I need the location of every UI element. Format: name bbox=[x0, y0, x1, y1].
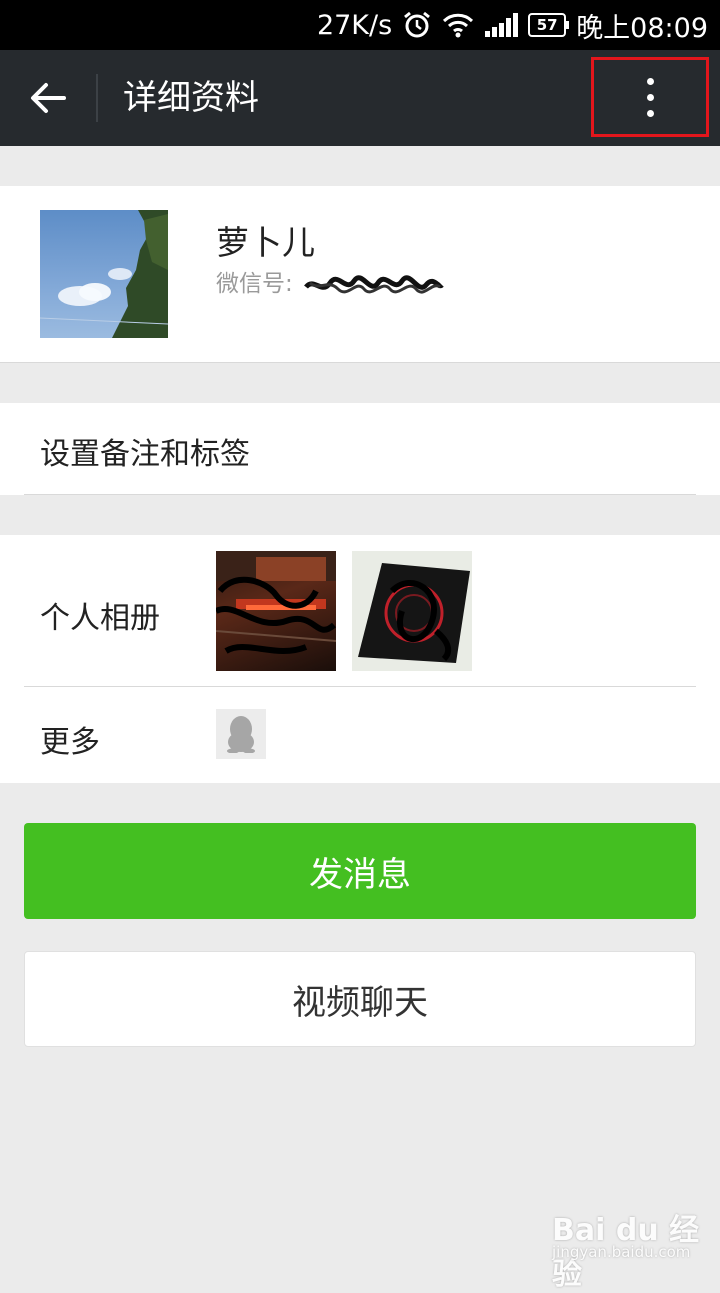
back-arrow-icon bbox=[31, 83, 66, 113]
back-button[interactable] bbox=[20, 72, 76, 124]
page-title: 详细资料 bbox=[123, 78, 259, 118]
alarm-clock-icon bbox=[402, 10, 432, 40]
avatar[interactable] bbox=[40, 210, 168, 338]
more-dot-icon bbox=[646, 109, 654, 117]
send-message-button[interactable]: 发消息 bbox=[24, 823, 696, 919]
album-label: 个人相册 bbox=[40, 601, 160, 636]
divider bbox=[24, 494, 696, 495]
nav-bar: 详细资料 bbox=[0, 50, 720, 146]
album-row[interactable]: 个人相册 bbox=[0, 535, 720, 686]
more-dot-icon bbox=[646, 93, 654, 101]
wifi-icon bbox=[442, 12, 474, 38]
signal-icon bbox=[484, 13, 519, 37]
redaction-scribble-icon bbox=[304, 274, 444, 294]
profile-card[interactable]: 萝卜儿 微信号: bbox=[0, 186, 720, 363]
network-speed: 27K/s bbox=[316, 9, 393, 41]
album-thumbnail[interactable] bbox=[352, 551, 472, 671]
watermark-url: jingyan.baidu.com bbox=[552, 1243, 691, 1261]
nav-divider bbox=[96, 74, 98, 122]
more-options-button[interactable] bbox=[591, 57, 709, 137]
remark-label: 设置备注和标签 bbox=[40, 437, 250, 472]
more-row[interactable]: 更多 bbox=[0, 687, 720, 783]
clock: 晚上08:09 bbox=[576, 12, 708, 44]
wechat-id-label: 微信号: bbox=[216, 271, 293, 297]
remark-row[interactable]: 设置备注和标签 bbox=[0, 403, 720, 495]
video-chat-button[interactable]: 视频聊天 bbox=[24, 951, 696, 1047]
nickname: 萝卜儿 bbox=[216, 223, 315, 262]
more-label: 更多 bbox=[40, 725, 100, 760]
qq-penguin-icon bbox=[216, 709, 266, 759]
more-dot-icon bbox=[646, 77, 654, 85]
album-thumbnail[interactable] bbox=[216, 551, 336, 671]
battery-icon: 57 bbox=[528, 13, 570, 37]
wechat-id: 微信号: bbox=[216, 264, 444, 298]
status-bar: 27K/s 57 晚上08:09 bbox=[0, 0, 720, 50]
detail-card: 个人相册 更多 bbox=[0, 535, 720, 783]
